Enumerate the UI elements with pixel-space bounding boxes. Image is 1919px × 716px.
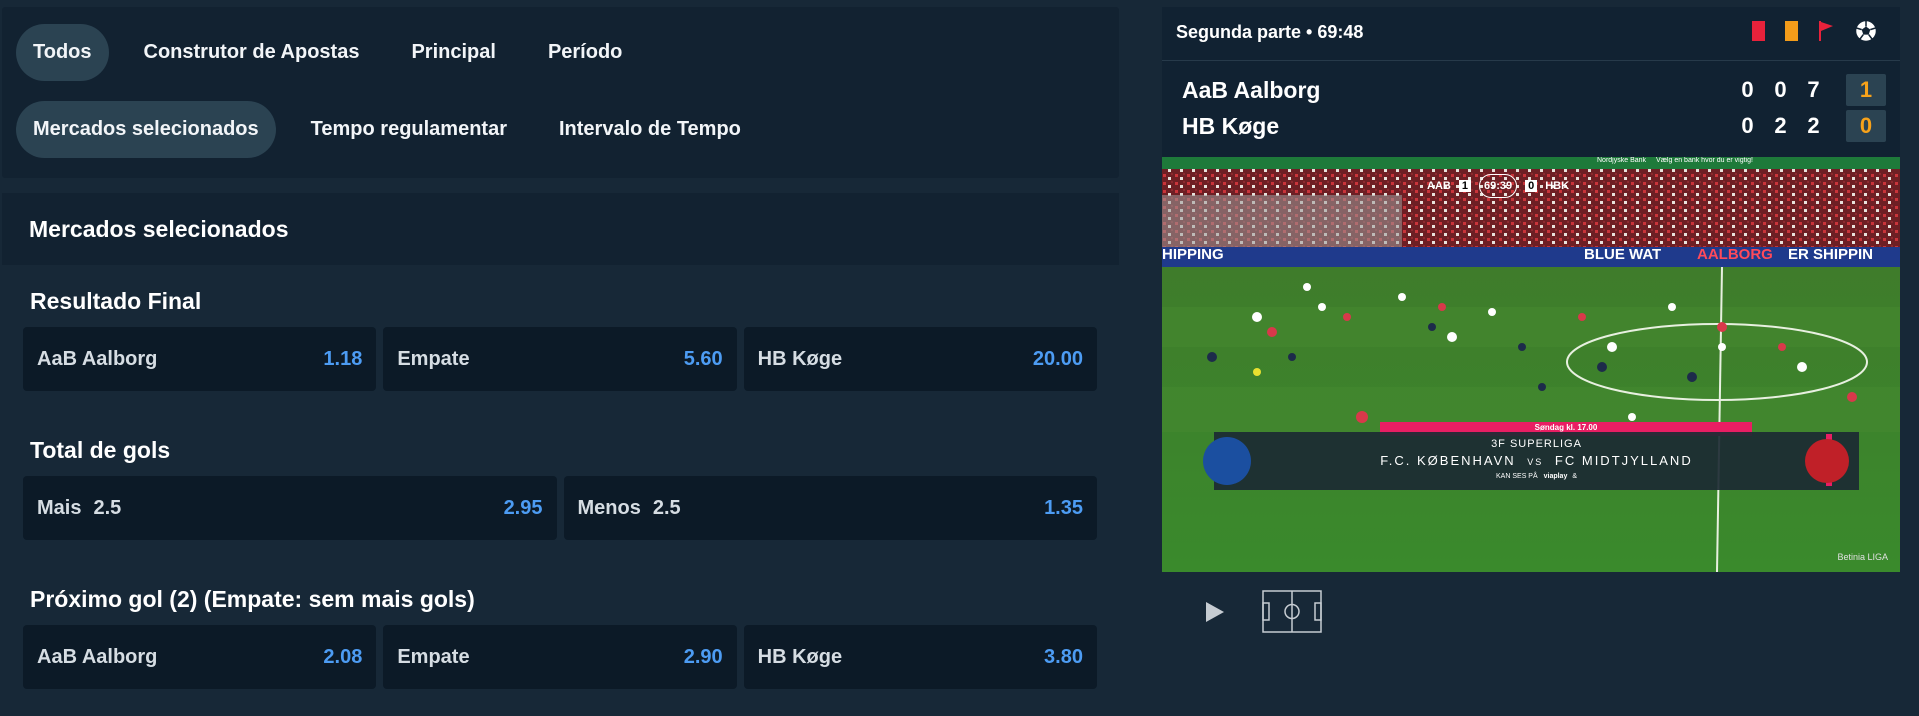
banner-away: FC MIDTJYLLAND — [1554, 453, 1693, 468]
total-score: 0 — [1846, 110, 1886, 142]
stand-text-slogan: Vælg en bank hvor du er vigtig! — [1656, 157, 1753, 164]
scoreboard: Segunda parte • 69:48 AaB Aalborg 0 0 7 … — [1162, 7, 1900, 157]
odd-value: 2.95 — [503, 496, 543, 519]
odd-button[interactable]: HB Køge 20.00 — [743, 327, 1097, 391]
odd-label: Menos — [577, 496, 641, 519]
team-row-away: HB Køge 0 2 2 0 — [1182, 110, 1886, 142]
odd-label: Empate — [397, 645, 470, 668]
odd-value: 1.18 — [323, 347, 363, 370]
match-status-icons — [1752, 19, 1878, 43]
odd-button[interactable]: HB Køge 3.80 — [743, 625, 1097, 689]
ad-board-1: HIPPING — [1162, 246, 1224, 263]
banner-home: F.C. KØBENHAVN — [1380, 453, 1516, 468]
odd-value: 20.00 — [1032, 347, 1083, 370]
odd-line: 2.5 — [93, 496, 122, 519]
overlay-away: HBK — [1545, 180, 1570, 192]
total-score: 1 — [1846, 74, 1886, 106]
overlay-away-goals: 0 — [1525, 180, 1538, 192]
odd-line: 2.5 — [652, 496, 681, 519]
overlay-scorebug: AAB 1 69:39 0 HBK — [1427, 174, 1569, 198]
secondary-tabs: Mercados selecionados Tempo regulamentar… — [16, 101, 776, 158]
period-score: 0 — [1741, 77, 1754, 102]
banner-vs: VS — [1527, 457, 1544, 467]
odd-label: HB Køge — [757, 645, 843, 668]
period-score: 0 — [1774, 77, 1787, 102]
primary-tabs: Todos Construtor de Apostas Principal Pe… — [16, 24, 657, 81]
tab-construtor-de-apostas[interactable]: Construtor de Apostas — [127, 24, 377, 81]
ad-board-4: ER SHIPPIN — [1788, 246, 1874, 263]
odd-button[interactable]: Menos 2.5 1.35 — [563, 476, 1097, 540]
odd-button[interactable]: Empate 2.90 — [383, 625, 737, 689]
ad-board-3: AALBORG — [1697, 246, 1773, 263]
odd-button[interactable]: AaB Aalborg 2.08 — [23, 625, 377, 689]
red-card-icon — [1752, 21, 1765, 41]
video-watermark: Betinia LIGA — [1837, 552, 1888, 562]
tab-periodo[interactable]: Período — [531, 24, 639, 81]
period-score: 0 — [1741, 113, 1754, 138]
overlay-home-goals: 1 — [1458, 180, 1471, 192]
tab-mercados-selecionados[interactable]: Mercados selecionados — [16, 101, 276, 158]
odd-value: 5.60 — [683, 347, 723, 370]
odd-value: 2.90 — [683, 645, 723, 668]
odd-value: 3.80 — [1044, 645, 1083, 668]
banner-channel: viaplay — [1543, 473, 1568, 480]
stand-text-bank: Nordjyske Bank — [1597, 157, 1647, 164]
live-video-stream[interactable]: AAB 1 69:39 0 HBK Nordjyske Bank Vælg en… — [1162, 157, 1900, 572]
odd-label: HB Køge — [757, 347, 843, 370]
stand-text: Nordjyske Bank Vælg en bank hvor du er v… — [1597, 157, 1753, 164]
banner-sub-text: KAN SES PÅ — [1496, 473, 1538, 480]
tab-tempo-regulamentar[interactable]: Tempo regulamentar — [294, 101, 524, 158]
divider — [1162, 60, 1900, 61]
banner-fixture: F.C. KØBENHAVN VS FC MIDTJYLLAND — [1214, 453, 1859, 468]
team-name: HB Køge — [1182, 112, 1280, 139]
odd-label: AaB Aalborg — [37, 645, 158, 668]
odd-button[interactable]: Mais 2.5 2.95 — [23, 476, 557, 540]
play-icon[interactable] — [1200, 596, 1228, 628]
odd-label: Mais — [37, 496, 82, 519]
team-row-home: AaB Aalborg 0 0 7 1 — [1182, 74, 1886, 106]
odd-value: 2.08 — [323, 645, 363, 668]
video-frame — [1162, 157, 1900, 572]
odd-label: AaB Aalborg — [37, 347, 158, 370]
odd-button[interactable]: Empate 5.60 — [383, 327, 737, 391]
period-score: 7 — [1807, 77, 1820, 102]
banner-sub: KAN SES PÅ viaplay & — [1214, 473, 1859, 480]
yellow-card-icon — [1785, 21, 1798, 41]
period-score: 2 — [1774, 113, 1787, 138]
market-odds-row: Mais 2.5 2.95 Menos 2.5 1.35 — [23, 476, 1097, 540]
corner-flag-icon — [1818, 20, 1834, 42]
market-odds-row: AaB Aalborg 2.08 Empate 2.90 HB Køge 3.8… — [23, 625, 1097, 689]
banner-ad-tail: & — [1572, 473, 1577, 480]
overlay-home: AAB — [1427, 180, 1451, 192]
match-phase: Segunda parte • 69:48 — [1176, 22, 1364, 42]
tab-principal[interactable]: Principal — [394, 24, 512, 81]
market-title: Resultado Final — [30, 288, 202, 314]
market-title: Próximo gol (2) (Empate: sem mais gols) — [30, 586, 475, 612]
banner-date: Søndag kl. 17.00 — [1534, 423, 1598, 432]
banner-league: 3F SUPERLIGA — [1491, 438, 1582, 450]
odd-value: 1.35 — [1044, 496, 1083, 519]
period-score: 2 — [1807, 113, 1820, 138]
pitch-view-icon[interactable] — [1262, 590, 1322, 633]
market-odds-row: AaB Aalborg 1.18 Empate 5.60 HB Køge 20.… — [23, 327, 1097, 391]
football-icon — [1854, 19, 1878, 43]
team-name: AaB Aalborg — [1182, 76, 1321, 103]
overlay-clock: 69:39 — [1478, 174, 1518, 198]
odd-label: Empate — [397, 347, 470, 370]
market-filter-panel: Todos Construtor de Apostas Principal Pe… — [2, 7, 1119, 178]
ad-board-2: BLUE WAT — [1584, 246, 1662, 263]
tab-todos[interactable]: Todos — [16, 24, 109, 81]
section-title: Mercados selecionados — [2, 193, 1119, 265]
market-title: Total de gols — [30, 437, 171, 463]
odd-button[interactable]: AaB Aalborg 1.18 — [23, 327, 377, 391]
tab-intervalo-de-tempo[interactable]: Intervalo de Tempo — [542, 101, 758, 158]
